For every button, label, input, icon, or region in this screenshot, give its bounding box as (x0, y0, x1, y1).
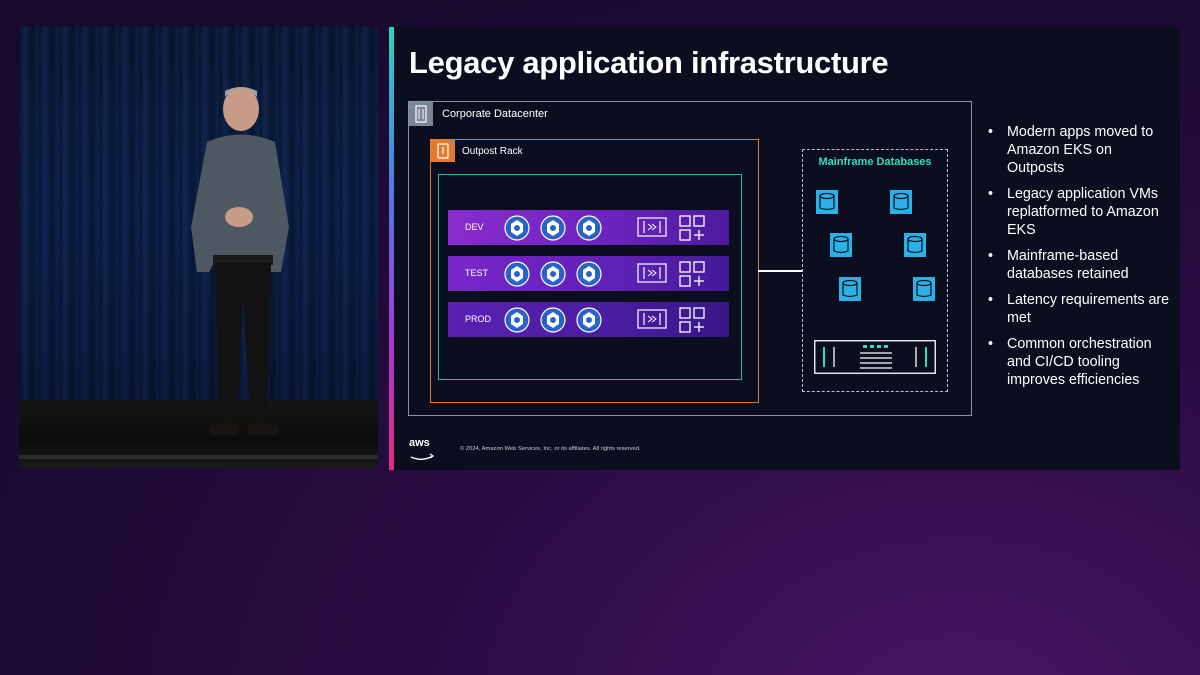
add-apps-icon (679, 307, 705, 333)
database-icon (816, 190, 838, 214)
mainframe-databases-label: Mainframe Databases (818, 156, 932, 168)
mainframe-server-icon (814, 340, 936, 374)
kubernetes-pod-icon (504, 307, 530, 333)
bullet-dot: • (988, 292, 994, 308)
kubernetes-pod-icon (504, 261, 530, 287)
bullet-item: • Latency requirements are met (983, 291, 1173, 327)
kubernetes-pod-icon (576, 261, 602, 287)
corporate-datacenter-label: Corporate Datacenter (442, 108, 548, 120)
env-row-test: TEST (448, 256, 729, 291)
bullet-item: • Legacy application VMs replatformed to … (983, 185, 1173, 239)
kubernetes-pod-icon (540, 215, 566, 241)
mainframe-databases-box: Mainframe Databases (802, 149, 948, 392)
outpost-icon (431, 140, 455, 162)
eks-cluster-box: DEV TEST PROD (438, 174, 742, 380)
database-icon (839, 277, 861, 301)
database-icon (904, 233, 926, 257)
corporate-datacenter-box: Corporate Datacenter Outpost Rack DEV TE… (408, 101, 972, 416)
bullet-list: • Modern apps moved to Amazon EKS on Outp… (983, 123, 1173, 397)
bullet-text: Modern apps moved to Amazon EKS on Outpo… (1007, 124, 1154, 176)
kubernetes-pod-icon (576, 307, 602, 333)
bullet-dot: • (988, 186, 994, 202)
database-icon (913, 277, 935, 301)
connector-line (758, 270, 803, 272)
kubernetes-pod-icon (540, 307, 566, 333)
bullet-text: Common orchestration and CI/CD tooling i… (1007, 336, 1152, 388)
outpost-rack-label: Outpost Rack (462, 146, 523, 157)
bullet-dot: • (988, 248, 994, 264)
database-icon (890, 190, 912, 214)
bullet-dot: • (988, 336, 994, 352)
env-row-prod: PROD (448, 302, 729, 337)
outpost-rack-box: Outpost Rack DEV TEST PROD (430, 139, 759, 403)
load-balancer-icon (637, 263, 667, 283)
copyright-text: © 2024, Amazon Web Services, Inc. or its… (460, 446, 641, 452)
add-apps-icon (679, 261, 705, 287)
env-label: TEST (465, 268, 489, 278)
add-apps-icon (679, 215, 705, 241)
bullet-text: Mainframe-based databases retained (1007, 248, 1129, 282)
speaker-video (19, 27, 378, 468)
load-balancer-icon (637, 217, 667, 237)
bullet-item: • Common orchestration and CI/CD tooling … (983, 335, 1173, 389)
slide: Legacy application infrastructure Corpor… (394, 27, 1180, 470)
env-label: DEV (465, 222, 484, 232)
bullet-text: Latency requirements are met (1007, 292, 1170, 326)
bullet-item: • Modern apps moved to Amazon EKS on Outp… (983, 123, 1173, 177)
env-row-dev: DEV (448, 210, 729, 245)
database-icon (830, 233, 852, 257)
bullet-item: • Mainframe-based databases retained (983, 247, 1173, 283)
kubernetes-pod-icon (540, 261, 566, 287)
env-label: PROD (465, 314, 492, 324)
speaker-figure (191, 87, 289, 435)
aws-logo-text: aws (409, 437, 430, 449)
kubernetes-pod-icon (504, 215, 530, 241)
bullet-text: Legacy application VMs replatformed to A… (1007, 186, 1159, 238)
bullet-dot: • (988, 124, 994, 140)
load-balancer-icon (637, 309, 667, 329)
building-icon (409, 102, 433, 126)
slide-title: Legacy application infrastructure (409, 45, 889, 80)
kubernetes-pod-icon (576, 215, 602, 241)
